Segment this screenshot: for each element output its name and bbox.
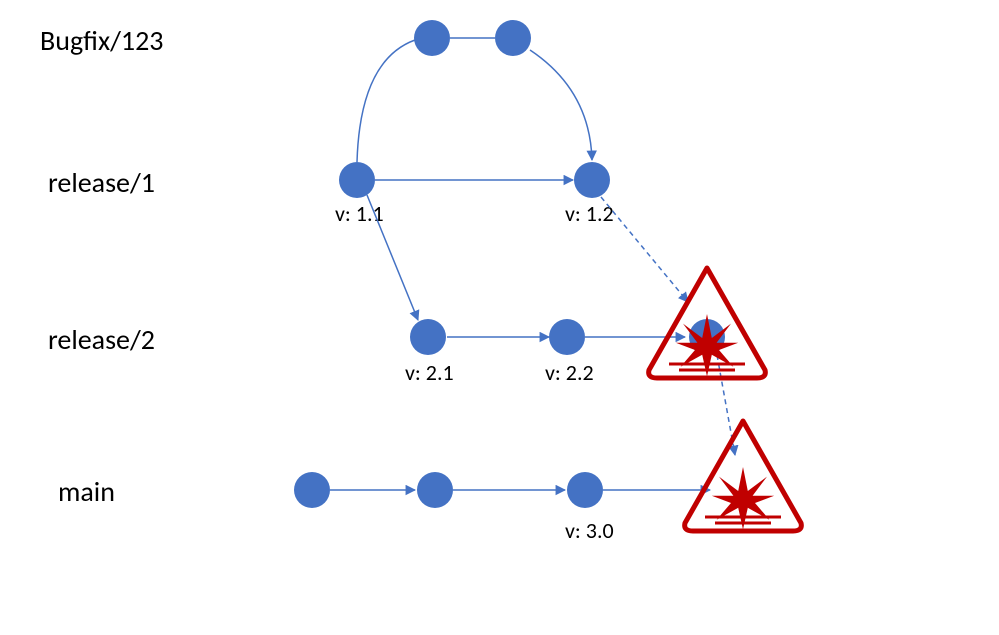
edge-release1-to-bugfix — [357, 40, 415, 162]
commit-bugfix-2 — [495, 20, 531, 56]
commit-release1-v12 — [574, 162, 610, 198]
edge-release1-to-release2 — [367, 195, 418, 320]
commit-main-3 — [567, 472, 603, 508]
commit-main-1 — [294, 472, 330, 508]
commit-release2-v22 — [549, 319, 585, 355]
edge-release1-to-conflict1 — [601, 197, 688, 302]
commit-release2-v21 — [410, 319, 446, 355]
commit-release1-v11 — [339, 162, 375, 198]
conflict-warning-icon — [685, 421, 802, 531]
commit-bugfix-1 — [414, 20, 450, 56]
edge-bugfix-to-release1 — [530, 50, 592, 160]
git-diagram-svg — [0, 0, 999, 635]
commit-main-2 — [417, 472, 453, 508]
conflict-warning-icon — [649, 268, 766, 378]
